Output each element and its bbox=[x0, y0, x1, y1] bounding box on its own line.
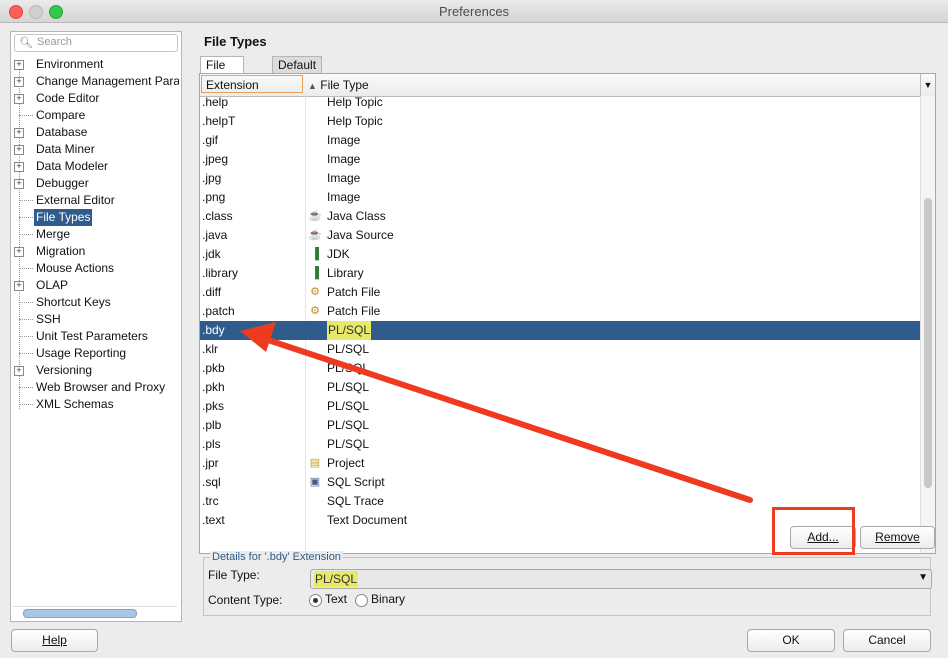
annotation-arrow bbox=[240, 322, 753, 503]
